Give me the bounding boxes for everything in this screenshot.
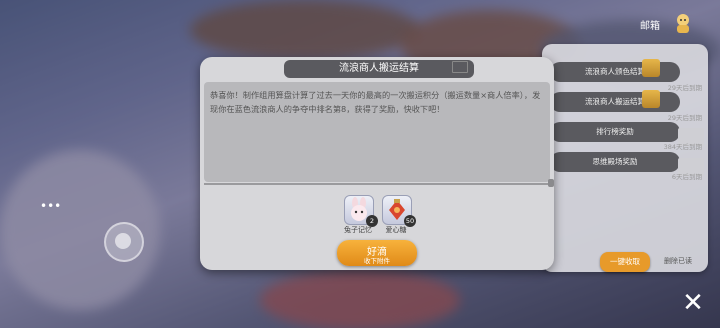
message-box: 恭喜你！制作组用算盘计算了过去一天你的最高的一次搬运积分（搬运数量×商人倍率），…: [204, 82, 550, 182]
gift-icon: [642, 90, 660, 108]
delete-read-button[interactable]: 删除已读: [664, 256, 692, 266]
envelope-icon: [452, 61, 468, 73]
gift-icon: [642, 59, 660, 77]
mail-expiry: 384天后到期: [663, 143, 702, 151]
reward-item-bunny[interactable]: 2: [344, 195, 378, 227]
mail-list-panel: 流浪商人颁色结算 29天后到期 流浪商人搬运结算 29天后到期 排行榜奖励 38…: [542, 44, 708, 272]
mail-item-title: 流浪商人搬运结算: [550, 92, 680, 112]
scroll-handle[interactable]: [548, 179, 554, 187]
confirm-button[interactable]: 好滴 收下附件: [337, 240, 417, 266]
mail-detail-dialog: 流浪商人搬运结算 恭喜你！制作组用算盘计算了过去一天你的最高的一次搬运积分（搬运…: [200, 57, 554, 270]
mascot-icon: [673, 12, 693, 34]
mail-expiry: 29天后到期: [667, 114, 702, 122]
close-icon[interactable]: ✕: [678, 288, 708, 318]
reward-label: 爱心糖: [385, 226, 407, 234]
reward-item-candy[interactable]: 50: [382, 195, 416, 227]
mail-item-title: 排行榜奖励: [550, 122, 680, 142]
mail-list-item[interactable]: 排行榜奖励 384天后到期: [542, 122, 708, 156]
confirm-sublabel: 收下附件: [364, 257, 390, 265]
mail-item-title: 思维殿场奖励: [550, 152, 680, 172]
mail-list-item[interactable]: 流浪商人搬运结算 29天后到期: [542, 90, 708, 124]
dialog-title: 流浪商人搬运结算: [284, 60, 474, 78]
collect-all-button[interactable]: 一键收取: [600, 252, 650, 272]
mail-expiry: 6天后到期: [671, 173, 702, 181]
more-dots-icon[interactable]: •••: [40, 199, 61, 213]
joystick[interactable]: [104, 222, 144, 262]
mailbox-title: 邮箱: [640, 21, 660, 32]
mail-list-item[interactable]: 流浪商人颁色结算 29天后到期: [542, 56, 708, 92]
message-text: 恭喜你！制作组用算盘计算了过去一天你的最高的一次搬运积分（搬运数量×商人倍率），…: [210, 90, 541, 114]
divider: [204, 183, 550, 185]
mail-item-title: 流浪商人颁色结算: [550, 62, 680, 82]
reward-label: 兔子记忆: [344, 226, 372, 234]
mail-list-item[interactable]: 思维殿场奖励 6天后到期: [542, 152, 708, 186]
